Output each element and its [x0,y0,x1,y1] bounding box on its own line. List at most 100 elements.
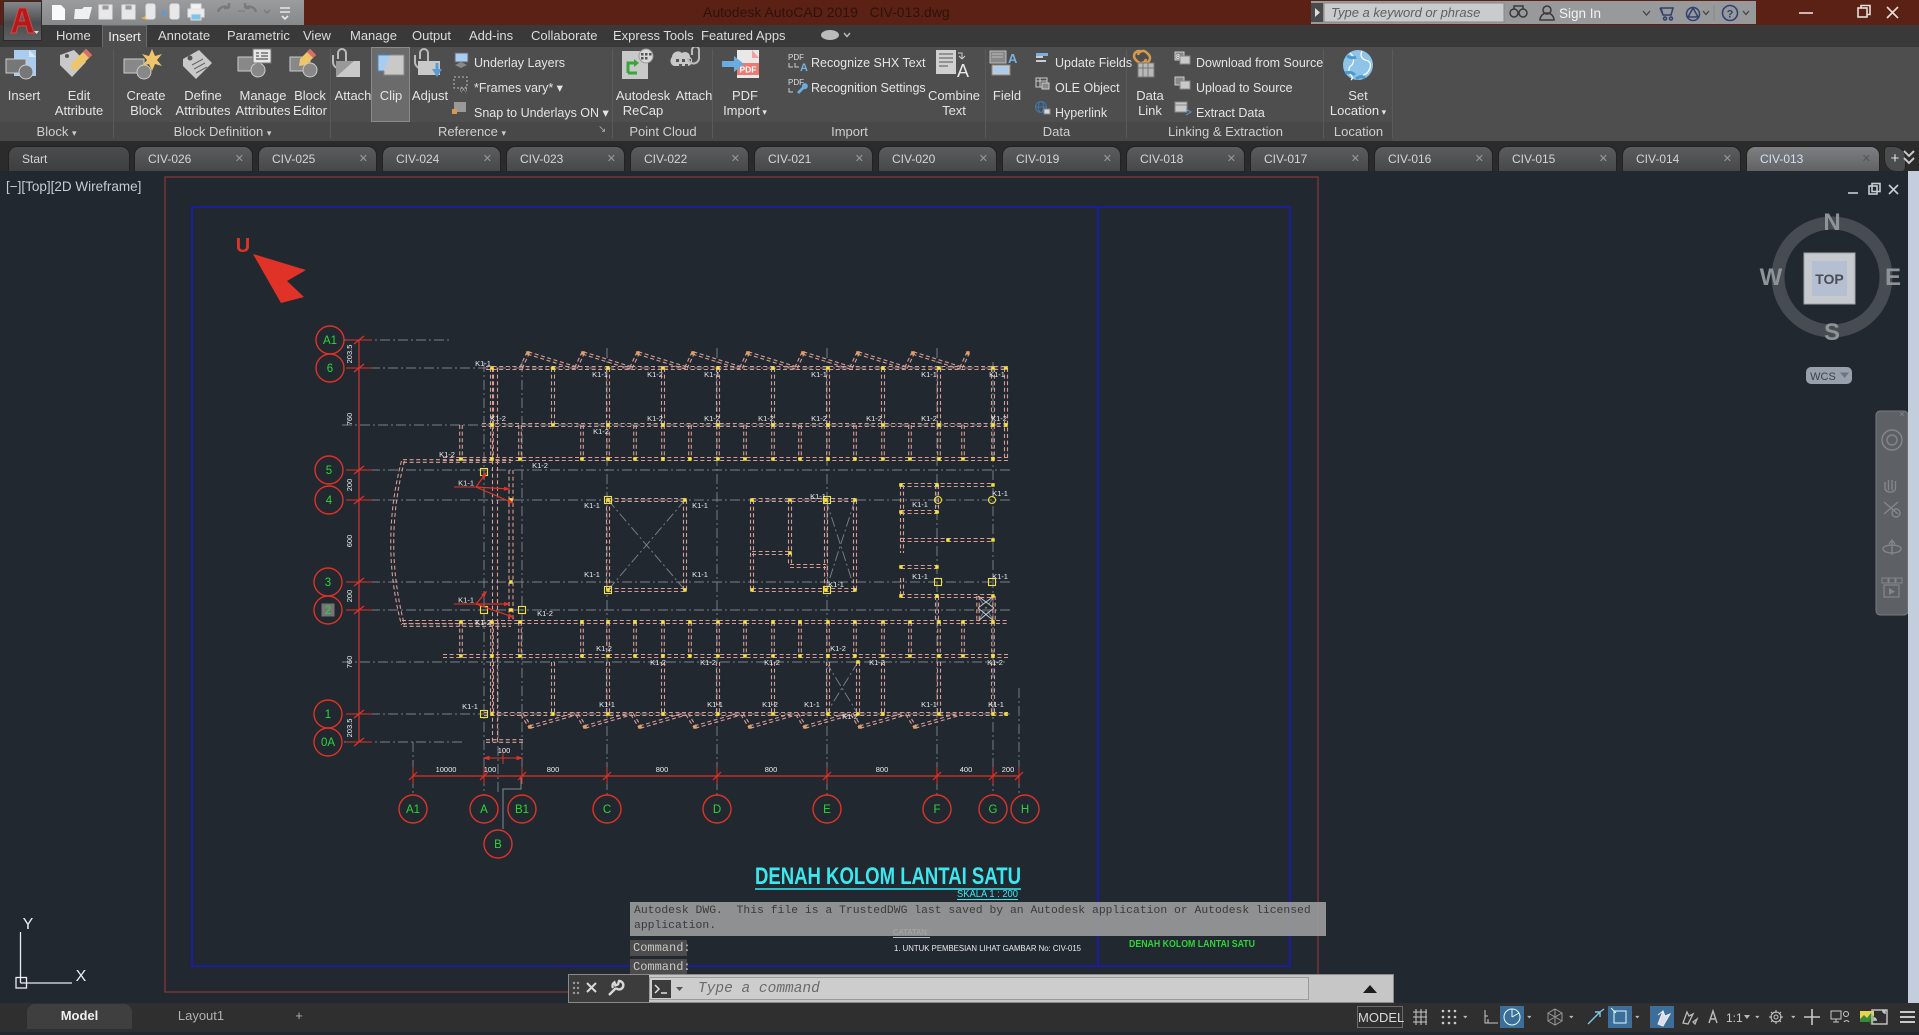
svg-text:800: 800 [656,765,669,774]
svg-text:5: 5 [326,465,332,477]
svg-text:800: 800 [876,765,889,774]
svg-text:100: 100 [484,765,497,774]
svg-text:WCS: WCS [1810,371,1836,383]
svg-text:0A: 0A [321,737,335,749]
svg-text:K1-1: K1-1 [811,370,827,379]
svg-text:K1-1: K1-1 [458,479,474,488]
svg-text:B: B [494,839,502,851]
svg-text:?: ? [1727,9,1734,21]
svg-text:203.5: 203.5 [345,345,354,364]
svg-text:A1: A1 [406,804,420,816]
svg-text:K1-2: K1-2 [593,427,609,436]
svg-text:K1-2: K1-2 [921,414,937,423]
svg-text:W: W [1760,264,1783,291]
svg-text:K1-1: K1-1 [912,572,928,581]
svg-text:TOP: TOP [1815,271,1844,287]
svg-text:DENAH KOLOM LANTAI SATU: DENAH KOLOM LANTAI SATU [755,863,1021,890]
svg-text:H: H [1021,804,1029,816]
svg-text:200: 200 [345,590,354,603]
svg-text:K1-2: K1-2 [532,461,548,470]
svg-text:Type a keyword or phrase: Type a keyword or phrase [1331,5,1480,20]
svg-text:F: F [933,804,940,816]
svg-text:K1-2: K1-2 [596,644,612,653]
svg-text:K1-2: K1-2 [704,414,720,423]
svg-text:A1: A1 [323,335,337,347]
svg-text:4: 4 [326,495,333,507]
svg-text:D: D [713,804,721,816]
svg-text:K1-1: K1-1 [992,489,1008,498]
svg-text:3: 3 [325,577,331,589]
svg-text:K1-1: K1-1 [988,700,1004,709]
svg-text:K1-1: K1-1 [599,700,615,709]
svg-text:K1-1: K1-1 [804,700,820,709]
svg-text:K1-2: K1-2 [758,414,774,423]
svg-text:K1-1: K1-1 [458,596,474,605]
svg-text:Y: Y [23,916,34,933]
svg-text:1. UNTUK PEMBESIAN LIHAT GAMBA: 1. UNTUK PEMBESIAN LIHAT GAMBAR No: CIV-… [894,943,1081,953]
svg-text:600: 600 [345,535,354,548]
svg-text:(x): (x) [460,87,467,93]
svg-text:PDF: PDF [788,78,804,87]
svg-text:K1-2: K1-2 [764,658,780,667]
svg-text:2: 2 [325,605,331,617]
svg-text:K1-1: K1-1 [707,700,723,709]
svg-text:S: S [1824,319,1840,346]
svg-text:760: 760 [345,656,354,669]
svg-text:E: E [1885,264,1901,291]
svg-text:10000: 10000 [436,765,457,774]
svg-text:A: A [957,61,969,81]
svg-text:K1-2: K1-2 [830,644,846,653]
svg-text:K1-2: K1-2 [866,414,882,423]
svg-text:K1-1: K1-1 [704,370,720,379]
svg-text:K1-1: K1-1 [475,359,491,368]
svg-text:K1-1: K1-1 [584,501,600,510]
svg-text:1:1: 1:1 [1726,1011,1743,1025]
svg-text:K1-1: K1-1 [592,370,608,379]
svg-text:K1-2: K1-2 [700,658,716,667]
svg-text:K1-1: K1-1 [462,702,478,711]
svg-text:K1-2: K1-2 [869,658,885,667]
svg-text:K1-2: K1-2 [475,618,491,627]
svg-text:PDF: PDF [788,53,804,62]
svg-text:8: 8 [1176,54,1180,61]
svg-text:K1-1: K1-1 [692,570,708,579]
svg-text:K1-1: K1-1 [989,370,1005,379]
svg-text:K1-2: K1-2 [987,658,1003,667]
svg-text:N: N [1823,209,1840,236]
svg-text:200: 200 [345,479,354,492]
svg-text:K1-1: K1-1 [810,492,826,501]
svg-text:K1-1: K1-1 [921,700,937,709]
svg-text:K1-1: K1-1 [912,500,928,509]
svg-text:X: X [76,968,87,985]
svg-text:400: 400 [960,765,973,774]
svg-text:PDF: PDF [740,65,757,75]
svg-text:760: 760 [345,413,354,426]
svg-text:K1-2: K1-2 [647,414,663,423]
svg-text:C: C [603,804,611,816]
svg-text:Sign In: Sign In [1559,6,1601,21]
svg-text:203.5: 203.5 [345,719,354,738]
svg-text:K1-1: K1-1 [992,572,1008,581]
svg-text:×: × [1899,409,1904,419]
svg-text:A: A [480,804,488,816]
svg-text:E: E [823,804,831,816]
svg-text:A: A [800,62,808,74]
svg-text:100: 100 [498,746,511,755]
svg-text:1: 1 [325,709,331,721]
svg-text:SKALA 1 : 200: SKALA 1 : 200 [957,889,1018,900]
svg-text:K1-2: K1-2 [439,450,455,459]
svg-text:K1-1: K1-1 [692,501,708,510]
svg-text:B1: B1 [515,804,529,816]
svg-text:K1-2: K1-2 [650,658,666,667]
svg-text:K1-2: K1-2 [537,609,553,618]
svg-text:U: U [236,235,250,257]
svg-text:800: 800 [765,765,778,774]
svg-text:K1-1: K1-1 [584,570,600,579]
svg-text:K1-2: K1-2 [811,414,827,423]
svg-text:G: G [989,804,998,816]
svg-text:800: 800 [547,765,560,774]
svg-text:K1-2: K1-2 [647,370,663,379]
svg-text:K1-2: K1-2 [842,712,858,721]
svg-text:K1-2: K1-2 [490,414,506,423]
svg-text:K1-2: K1-2 [991,414,1007,423]
